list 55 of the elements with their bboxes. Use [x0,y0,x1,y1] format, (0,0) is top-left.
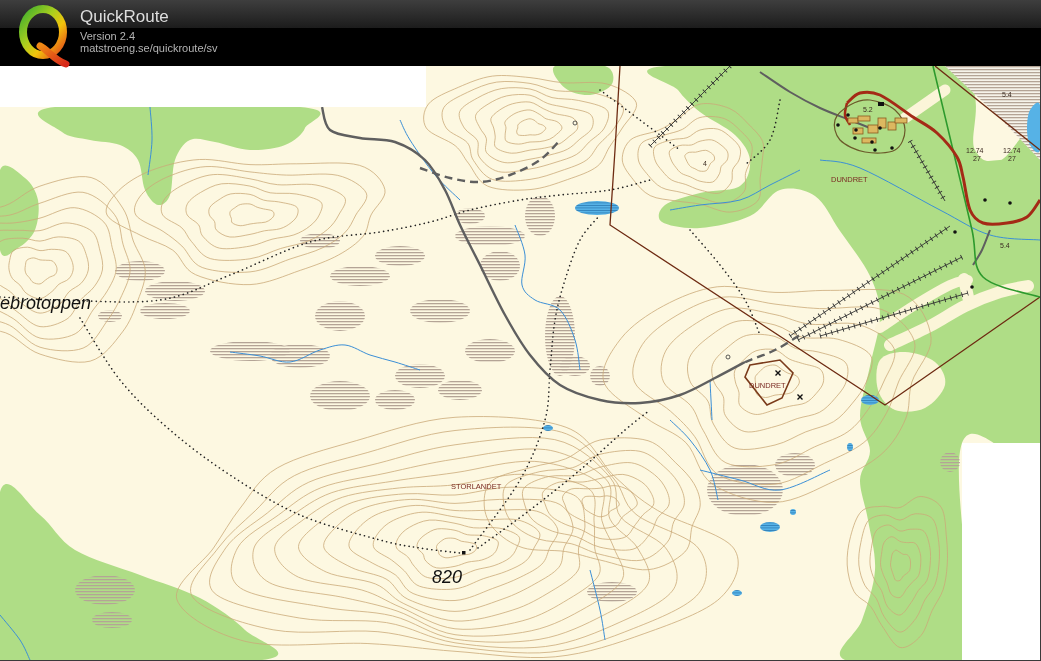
stream [589,569,606,641]
lake [760,522,780,532]
cross-marker [796,393,804,401]
lake [543,425,553,431]
marsh-area [455,208,485,224]
marsh-area [145,281,205,301]
marsh-area [438,380,482,400]
marsh-area [115,261,165,281]
marsh-area [300,233,340,249]
marsh-area [140,303,190,319]
ski-lift [907,139,948,203]
point-marker [983,198,987,202]
marsh-area [480,251,520,281]
summit-marker [462,551,466,555]
marsh-area [465,339,515,363]
version-text: Version 2.4 [80,30,136,42]
marsh-area [330,266,390,286]
lake [847,443,853,451]
point-marker [970,285,974,289]
marsh-area [92,612,132,628]
area-outline [744,359,794,406]
place-name-label: ebrotoppen [0,293,92,313]
marsh-area [410,299,470,323]
height-label: 820 [432,567,463,587]
marsh-area [375,390,415,410]
marsh-area [375,246,425,266]
marsh-area [310,381,370,411]
marsh-area [75,575,135,605]
marsh-area [940,452,960,472]
stream [147,106,153,176]
forest-area [552,66,614,96]
circle-marker [572,120,578,126]
point-marker [1008,201,1012,205]
website-url: matstroeng.se/quickroute/sv [80,42,218,54]
point-marker [953,230,957,234]
marsh-area [270,344,330,368]
stream [0,614,31,660]
lake [790,509,796,515]
marsh-area [98,310,122,322]
circle-marker [725,354,731,360]
cross-marker [774,369,782,377]
marsh-area [395,364,445,388]
marsh-area [587,582,637,602]
dashed-track [744,334,801,364]
clearing-area [876,351,946,412]
lake [732,590,742,596]
footpath [744,99,781,166]
marsh-area [315,301,365,331]
app-title: QuickRoute [80,7,169,27]
logo-icon [18,4,70,68]
lake [1027,102,1040,153]
lake [861,395,879,405]
lake [575,201,619,215]
ski-slope [899,84,951,124]
road [972,229,991,266]
